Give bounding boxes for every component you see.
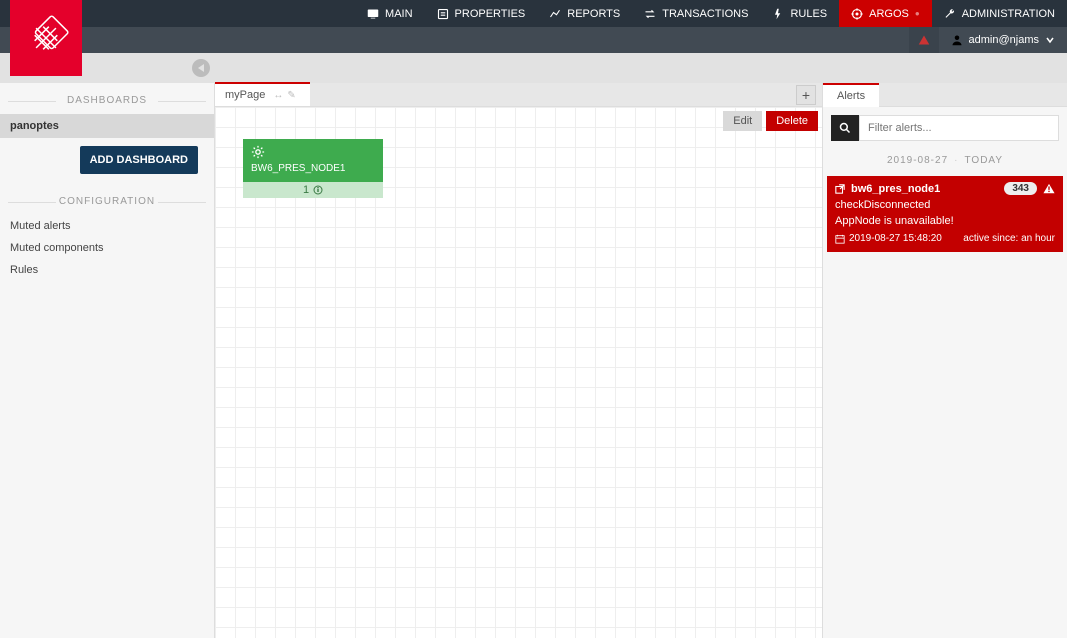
sidebar-item-panoptes[interactable]: panoptes [0,114,214,138]
edit-button[interactable]: Edit [723,111,762,131]
tab-strip: myPage ↔ ✎ + [215,83,822,107]
sidebar-item-label: Muted alerts [10,220,71,232]
sidebar-item-muted-alerts[interactable]: Muted alerts [0,215,214,237]
widget-title: BW6_PRES_NODE1 [251,163,375,174]
chevron-down-icon [1045,35,1055,45]
alert-check: checkDisconnected [835,199,1055,211]
alert-timestamp: 2019-08-27 15:48:20 [849,233,942,244]
sidebar-section-configuration: CONFIGURATION [0,196,214,207]
warning-icon [1043,183,1055,195]
tab-move-icon[interactable]: ↔ [273,90,283,101]
add-dashboard-button[interactable]: ADD DASHBOARD [80,146,198,174]
nav-argos[interactable]: ARGOS ● [839,0,932,27]
delete-button[interactable]: Delete [766,111,818,131]
nav-label: MAIN [385,8,413,20]
sidebar-item-rules[interactable]: Rules [0,259,214,281]
alert-message: AppNode is unavailable! [835,215,1055,227]
user-icon [951,34,963,46]
sidebar-section-dashboards: DASHBOARDS [0,95,214,106]
back-button[interactable] [192,59,210,77]
nav-label: TRANSACTIONS [662,8,748,20]
nav-main[interactable]: MAIN [355,0,425,27]
alerts-date: 2019-08-27 [887,155,948,166]
external-link-icon [835,184,845,194]
widget-header: BW6_PRES_NODE1 [243,139,383,182]
search-button[interactable] [831,115,859,141]
tab-mypage[interactable]: myPage ↔ ✎ [215,82,310,106]
nav-rules[interactable]: RULES [760,0,839,27]
warning-indicator[interactable] [909,27,939,53]
date-header: 2019-08-27·TODAY [823,149,1067,176]
filter-alerts-input[interactable] [859,115,1059,141]
app-logo[interactable] [10,0,82,76]
nav-label: ARGOS [869,8,909,20]
tab-label: myPage [225,89,265,101]
breadcrumb-bar [0,53,1067,83]
alert-card[interactable]: bw6_pres_node1 343 checkDisconnected App… [827,176,1063,252]
user-menu[interactable]: admin@njams [939,27,1067,53]
tab-label: Alerts [837,90,865,102]
nav-properties[interactable]: PROPERTIES [425,0,538,27]
nav-label: ADMINISTRATION [962,8,1055,20]
nav-administration[interactable]: ADMINISTRATION [932,0,1067,27]
sidebar-item-label: Rules [10,264,38,276]
alert-title: bw6_pres_node1 [851,183,998,195]
alerts-today: TODAY [964,155,1003,166]
nav-label: PROPERTIES [455,8,526,20]
calendar-icon [835,234,845,244]
add-tab-button[interactable]: + [796,85,816,105]
sub-bar: admin@njams [0,27,1067,53]
nav-label: REPORTS [567,8,620,20]
notification-dot-icon: ● [915,9,920,18]
dashboard-canvas: myPage ↔ ✎ + Edit Delete BW6_PRES_NODE1 … [214,83,822,638]
alerts-panel: Alerts 2019-08-27·TODAY bw6_pres_node1 3… [822,83,1067,638]
nav-reports[interactable]: REPORTS [537,0,632,27]
gear-icon[interactable] [251,145,265,159]
nav-label: RULES [790,8,827,20]
top-nav: MAIN PROPERTIES REPORTS TRANSACTIONS RUL… [0,0,1067,27]
sidebar-item-label: Muted components [10,242,104,254]
sidebar: DASHBOARDS panoptes ADD DASHBOARD CONFIG… [0,83,214,638]
sidebar-item-label: panoptes [10,120,59,132]
info-icon [313,185,323,195]
alert-count-badge: 343 [1004,182,1037,195]
dashboard-widget[interactable]: BW6_PRES_NODE1 1 [243,139,383,198]
widget-count: 1 [303,184,309,196]
alert-active-since: active since: an hour [963,233,1055,244]
grid-area[interactable]: BW6_PRES_NODE1 1 [215,107,822,638]
widget-footer: 1 [243,182,383,198]
sidebar-item-muted-components[interactable]: Muted components [0,237,214,259]
nav-transactions[interactable]: TRANSACTIONS [632,0,760,27]
tab-alerts[interactable]: Alerts [823,83,879,107]
tab-edit-icon[interactable]: ✎ [287,90,295,101]
user-name: admin@njams [969,34,1039,46]
